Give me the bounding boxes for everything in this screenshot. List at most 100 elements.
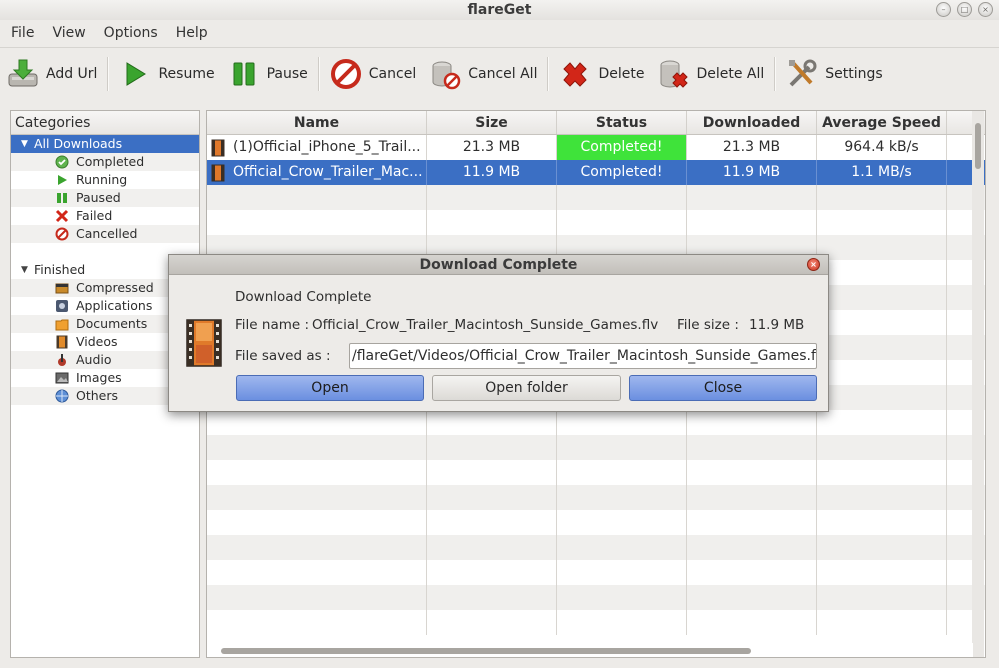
category-label: Compressed (76, 280, 154, 295)
table-row[interactable]: (1)Official_iPhone_5_Trail... 21.3 MB Co… (207, 135, 985, 160)
settings-button[interactable]: Settings (779, 52, 888, 96)
empty-cell (207, 435, 427, 460)
empty-cell (947, 310, 973, 335)
play-icon (58, 175, 67, 185)
cell-downloaded: 21.3 MB (687, 135, 817, 160)
dialog-titlebar: Download Complete × (169, 255, 828, 275)
toolbar: Add Url Resume Pause Cancel Cancel All D… (0, 47, 999, 99)
category-all-downloads[interactable]: ▼ All Downloads (11, 135, 199, 153)
category-label: Cancelled (76, 226, 138, 241)
table-row[interactable]: Official_Crow_Trailer_Mac... 11.9 MB Com… (207, 160, 985, 185)
applications-icon (56, 300, 68, 312)
cell-size: 21.3 MB (427, 135, 557, 160)
empty-cell (557, 535, 687, 560)
empty-cell (427, 510, 557, 535)
scroll-thumb[interactable] (221, 648, 751, 654)
empty-cell (817, 335, 947, 360)
empty-cell (207, 185, 427, 210)
empty-cell (687, 560, 817, 585)
empty-cell (947, 260, 973, 285)
empty-cell (687, 435, 817, 460)
empty-cell (947, 560, 973, 585)
horizontal-scrollbar[interactable] (207, 643, 973, 657)
empty-cell (557, 585, 687, 610)
column-header-size[interactable]: Size (427, 111, 557, 134)
empty-cell (427, 535, 557, 560)
dialog-close-icon[interactable]: × (807, 258, 820, 271)
empty-cell (687, 535, 817, 560)
column-header-speed[interactable]: Average Speed (817, 111, 947, 134)
cancel-all-label: Cancel All (468, 65, 538, 82)
menu-file[interactable]: File (2, 25, 43, 41)
empty-cell (687, 610, 817, 635)
minimize-button[interactable]: – (936, 2, 951, 17)
delete-button[interactable]: Delete (552, 52, 650, 96)
empty-cell (427, 210, 557, 235)
empty-cell (817, 260, 947, 285)
empty-cell (427, 485, 557, 510)
cancel-button[interactable]: Cancel (323, 52, 422, 96)
empty-cell (207, 535, 427, 560)
empty-cell (427, 585, 557, 610)
empty-table-row (207, 460, 985, 485)
empty-cell (947, 410, 973, 435)
open-folder-button[interactable]: Open folder (432, 375, 621, 401)
empty-cell (817, 510, 947, 535)
menu-help[interactable]: Help (167, 25, 217, 41)
empty-cell (947, 385, 973, 410)
pause-button[interactable]: Pause (221, 52, 314, 96)
category-label: Audio (76, 352, 112, 367)
empty-cell (947, 610, 973, 635)
title-bar: flareGet – □ × (0, 0, 999, 20)
column-header-name[interactable]: Name (207, 111, 427, 134)
cell-empty (947, 160, 973, 185)
empty-cell (557, 410, 687, 435)
empty-cell (947, 585, 973, 610)
empty-cell (427, 185, 557, 210)
delete-label: Delete (598, 65, 645, 82)
menu-options[interactable]: Options (95, 25, 167, 41)
delete-all-button[interactable]: Delete All (650, 52, 770, 96)
globe-icon (55, 389, 69, 403)
resume-button[interactable]: Resume (112, 52, 220, 96)
file-name-value: Official_Crow_Trailer_Macintosh_Sunside_… (312, 317, 659, 333)
empty-cell (817, 410, 947, 435)
empty-cell (817, 185, 947, 210)
column-header-downloaded[interactable]: Downloaded (687, 111, 817, 134)
cell-status: Completed! (557, 135, 687, 160)
vertical-scrollbar[interactable] (972, 111, 984, 657)
add-url-button[interactable]: Add Url (0, 52, 103, 96)
cell-name-text: (1)Official_iPhone_5_Trail... (233, 139, 421, 155)
empty-cell (557, 460, 687, 485)
category-paused[interactable]: Paused (11, 189, 199, 207)
film-icon (56, 335, 68, 349)
file-size-value: 11.9 MB (749, 317, 805, 333)
close-window-button[interactable]: × (978, 2, 993, 17)
window-title: flareGet (467, 2, 532, 18)
cancel-all-icon (428, 57, 462, 91)
category-failed[interactable]: Failed (11, 207, 199, 225)
category-completed[interactable]: Completed (11, 153, 199, 171)
category-cancelled[interactable]: Cancelled (11, 225, 199, 243)
cancel-all-button[interactable]: Cancel All (422, 52, 543, 96)
empty-cell (817, 285, 947, 310)
expand-arrow-icon[interactable]: ▼ (21, 261, 28, 279)
scroll-thumb[interactable] (975, 123, 981, 169)
empty-cell (557, 185, 687, 210)
empty-cell (687, 460, 817, 485)
expand-arrow-icon[interactable]: ▼ (21, 135, 28, 153)
menu-view[interactable]: View (43, 25, 94, 41)
empty-cell (817, 435, 947, 460)
saved-path-field[interactable]: /flareGet/Videos/Official_Crow_Trailer_M… (349, 343, 817, 369)
empty-cell (207, 485, 427, 510)
open-button[interactable]: Open (236, 375, 424, 401)
empty-cell (557, 510, 687, 535)
column-header-status[interactable]: Status (557, 111, 687, 134)
cell-speed: 964.4 kB/s (817, 135, 947, 160)
file-size-label: File size : (677, 317, 739, 333)
maximize-button[interactable]: □ (957, 2, 972, 17)
empty-cell (817, 485, 947, 510)
category-label: Applications (76, 298, 153, 313)
category-running[interactable]: Running (11, 171, 199, 189)
close-button[interactable]: Close (629, 375, 817, 401)
